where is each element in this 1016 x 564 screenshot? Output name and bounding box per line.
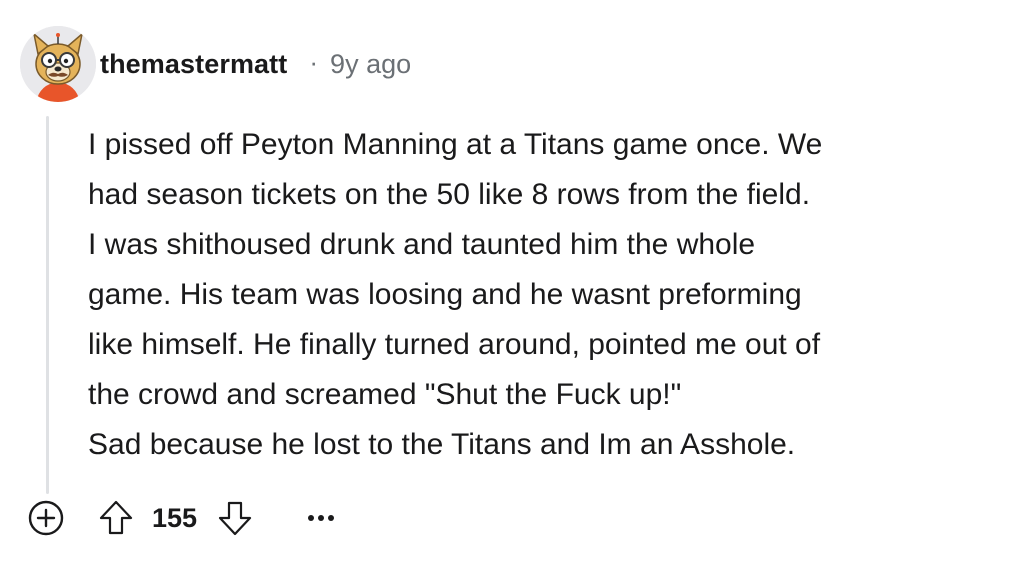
arrow-down-icon <box>218 501 252 536</box>
comment: themastermatt · 9y ago I pissed off Peyt… <box>0 0 1016 564</box>
downvote-button[interactable] <box>215 498 255 538</box>
comment-actions: 155 <box>26 496 339 540</box>
upvote-button[interactable] <box>96 498 136 538</box>
username-link[interactable]: themastermatt <box>100 49 287 80</box>
ellipsis-icon <box>308 515 335 521</box>
expand-replies-button[interactable] <box>26 498 66 538</box>
vote-controls: 155 <box>96 498 255 538</box>
arrow-up-icon <box>99 500 133 535</box>
comment-text-line: Sad because he lost to the Titans and Im… <box>88 428 796 461</box>
comment-text-line: I pissed off Peyton Manning at a Titans … <box>88 128 823 161</box>
comment-header: themastermatt · 9y ago <box>100 44 411 84</box>
meta-separator: · <box>309 46 319 77</box>
doge-avatar-icon <box>20 26 96 102</box>
comment-text-line: like himself. He finally turned around, … <box>88 328 821 361</box>
more-options-button[interactable] <box>303 498 339 538</box>
comment-text-line: had season tickets on the 50 like 8 rows… <box>88 178 811 211</box>
comment-text-line: the crowd and screamed "Shut the Fuck up… <box>88 378 682 411</box>
comment-body: I pissed off Peyton Manning at a Titans … <box>88 120 998 470</box>
plus-circle-icon <box>28 500 64 536</box>
vote-score: 155 <box>152 502 198 533</box>
thread-line[interactable] <box>46 116 49 494</box>
timestamp[interactable]: 9y ago <box>330 49 411 80</box>
comment-text-line: I was shithoused drunk and taunted him t… <box>88 228 756 261</box>
comment-text-line: game. His team was loosing and he wasnt … <box>88 278 802 311</box>
avatar[interactable] <box>20 26 96 102</box>
